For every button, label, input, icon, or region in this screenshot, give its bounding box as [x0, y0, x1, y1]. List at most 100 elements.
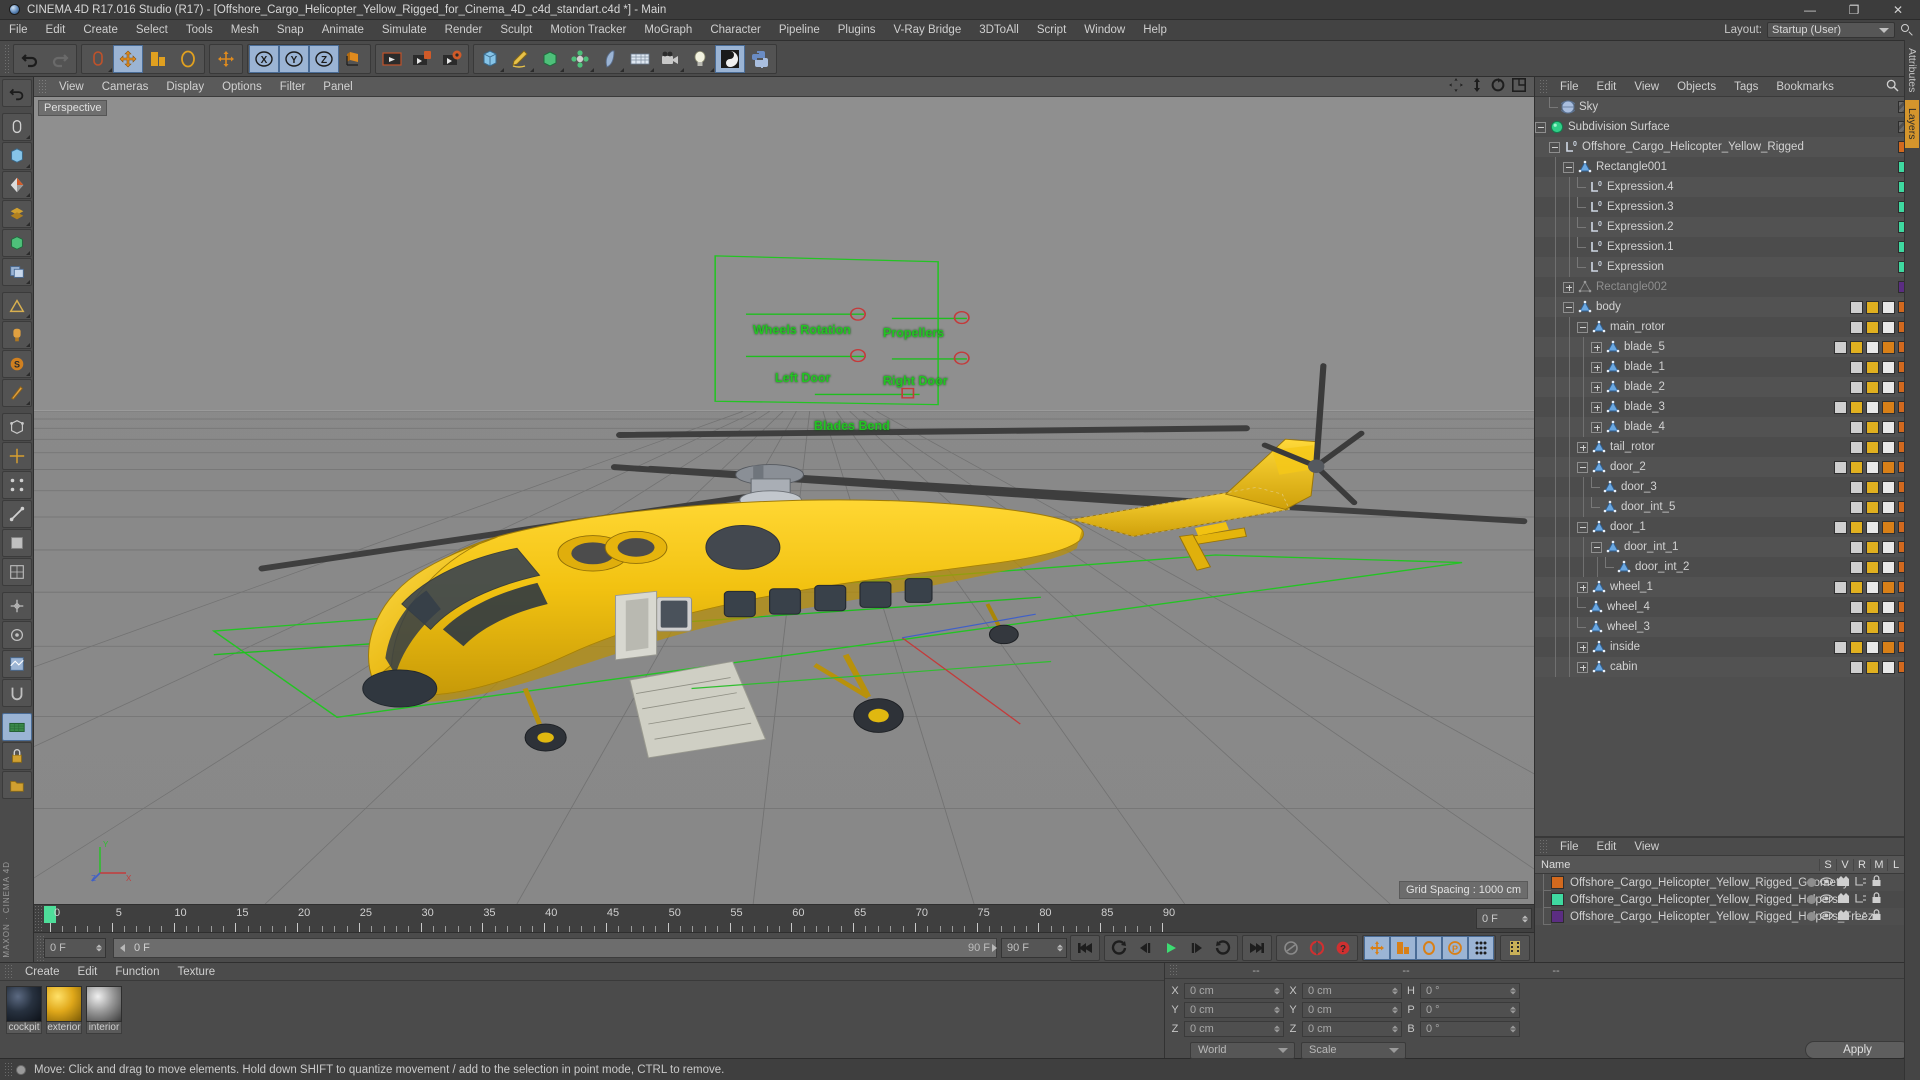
search-icon[interactable]	[1900, 23, 1914, 37]
object-tag-icon[interactable]	[1850, 600, 1863, 614]
render-view-button[interactable]	[377, 45, 407, 73]
menu-item-sculpt[interactable]: Sculpt	[491, 20, 541, 41]
object-tag-icon[interactable]	[1850, 380, 1863, 394]
layer-solo-dot-icon[interactable]	[1807, 912, 1816, 921]
collapse-icon[interactable]	[1563, 161, 1574, 173]
object-tag-icon[interactable]	[1866, 380, 1879, 394]
transform-tool-button[interactable]	[211, 45, 241, 73]
object-tag-icon[interactable]	[1850, 640, 1863, 654]
object-tag-icon[interactable]	[1850, 360, 1863, 374]
object-tag-icon[interactable]	[1866, 300, 1879, 314]
menu-item-select[interactable]: Select	[127, 20, 177, 41]
camera-button[interactable]	[655, 45, 685, 73]
material-menu-function[interactable]: Function	[106, 962, 168, 982]
timeline-track[interactable]: 0 5 10 15 20 25 30 35 40 45 50 55 60 65 70 75 80 85 90	[42, 905, 1474, 932]
frame-range-slider[interactable]: 0 F 90 F	[113, 937, 997, 958]
step-forward-button[interactable]	[1184, 936, 1210, 960]
expand-icon[interactable]	[1577, 581, 1588, 593]
coordinate-mode-dropdown[interactable]: Scale	[1301, 1041, 1406, 1059]
python-script-button[interactable]	[745, 45, 775, 73]
expand-icon[interactable]	[1591, 341, 1602, 353]
object-row[interactable]: wheel_4	[1535, 597, 1920, 617]
object-tag-icon[interactable]	[1834, 460, 1847, 474]
rotation-key-button[interactable]	[1416, 935, 1442, 960]
object-tag-icon[interactable]	[1882, 460, 1895, 474]
layer-lock-icon[interactable]	[1871, 892, 1882, 907]
coord-size-x-input[interactable]: 0 cm	[1302, 982, 1402, 999]
layer-row[interactable]: Offshore_Cargo_Helicopter_Yellow_Rigged_…	[1535, 874, 1920, 891]
layer-color-swatch[interactable]	[1551, 893, 1564, 906]
expand-icon[interactable]	[1591, 401, 1602, 413]
object-tag-icon[interactable]	[1850, 480, 1863, 494]
workplane-button[interactable]	[1, 713, 32, 741]
object-row[interactable]: blade_3	[1535, 397, 1920, 417]
object-tag-icon[interactable]	[1850, 300, 1863, 314]
object-row[interactable]: cabin	[1535, 657, 1920, 677]
object-row[interactable]: Rectangle002	[1535, 277, 1920, 297]
light-button[interactable]	[685, 45, 715, 73]
go-to-start-button[interactable]	[1072, 936, 1098, 960]
object-tag-icon[interactable]	[1866, 320, 1879, 334]
object-row[interactable]: door_1	[1535, 517, 1920, 537]
object-menu-tags[interactable]: Tags	[1725, 77, 1767, 97]
parameter-key-button[interactable]: P	[1442, 935, 1468, 960]
live-selection-left-button[interactable]	[1, 113, 32, 141]
object-tag-icon[interactable]	[1866, 620, 1879, 634]
object-tag-icon[interactable]	[1850, 420, 1863, 434]
object-manager-grip[interactable]	[1539, 78, 1547, 95]
measure-left-button[interactable]	[1, 292, 32, 320]
coord-size-z-input[interactable]: 0 cm	[1302, 1020, 1402, 1037]
object-row[interactable]: door_3	[1535, 477, 1920, 497]
viewport-menu-options[interactable]: Options	[213, 77, 271, 97]
viewport-menu-display[interactable]: Display	[157, 77, 213, 97]
object-tag-icon[interactable]	[1866, 400, 1879, 414]
object-tag-icon[interactable]	[1834, 520, 1847, 534]
menu-item-help[interactable]: Help	[1134, 20, 1176, 41]
material-preview-icon[interactable]	[46, 986, 82, 1022]
layer-color-swatch[interactable]	[1551, 876, 1564, 889]
layer-lock-icon[interactable]	[1871, 875, 1882, 890]
polygon-mode-button[interactable]	[1, 529, 32, 557]
move-tool-button[interactable]	[113, 44, 143, 73]
object-row[interactable]: inside	[1535, 637, 1920, 657]
object-tag-icon[interactable]	[1866, 460, 1879, 474]
object-tag-icon[interactable]	[1882, 540, 1895, 554]
record-active-objects-button[interactable]	[1304, 936, 1330, 960]
object-tag-icon[interactable]	[1882, 400, 1895, 414]
object-row[interactable]: 0 Expression.1	[1535, 237, 1920, 257]
coordinate-system-button[interactable]	[339, 45, 369, 73]
object-tag-icon[interactable]	[1882, 600, 1895, 614]
render-settings-button[interactable]	[437, 45, 467, 73]
object-tag-icon[interactable]	[1834, 640, 1847, 654]
object-row[interactable]: blade_1	[1535, 357, 1920, 377]
layer-color-swatch[interactable]	[1551, 910, 1564, 923]
menu-item-snap[interactable]: Snap	[268, 20, 313, 41]
layer-row[interactable]: Offshore_Cargo_Helicopter_Yellow_Rigged_…	[1535, 891, 1920, 908]
expand-icon[interactable]	[1563, 281, 1574, 293]
material-manager-grip[interactable]	[4, 963, 12, 980]
pla-key-button[interactable]	[1468, 935, 1494, 960]
expand-icon[interactable]	[1577, 641, 1588, 653]
object-tag-icon[interactable]	[1850, 540, 1863, 554]
material-swatch[interactable]: cockpit	[6, 986, 42, 1034]
status-bar-grip[interactable]	[4, 1061, 12, 1078]
layer-row[interactable]: Offshore_Cargo_Helicopter_Yellow_Rigged_…	[1535, 908, 1920, 925]
coord-size-y-input[interactable]: 0 cm	[1302, 1001, 1402, 1018]
object-tag-icon[interactable]	[1882, 480, 1895, 494]
layer-visible-icon[interactable]	[1819, 876, 1834, 890]
layer-solo-dot-icon[interactable]	[1807, 895, 1816, 904]
menu-item-character[interactable]: Character	[701, 20, 770, 41]
point-mode-button[interactable]	[1, 471, 32, 499]
close-button[interactable]: ✕	[1876, 0, 1920, 20]
scale-key-button[interactable]	[1390, 935, 1416, 960]
object-row[interactable]: Sky	[1535, 97, 1920, 117]
expand-icon[interactable]	[1591, 361, 1602, 373]
transport-grip[interactable]	[36, 934, 44, 961]
range-right-arrow-icon[interactable]	[992, 943, 997, 952]
menu-item-animate[interactable]: Animate	[313, 20, 373, 41]
collapse-icon[interactable]	[1577, 321, 1588, 333]
object-tag-icon[interactable]	[1866, 600, 1879, 614]
coord-pos-x-input[interactable]: 0 cm	[1184, 982, 1284, 999]
apply-button[interactable]: Apply	[1805, 1041, 1910, 1059]
layer-solo-dot-icon[interactable]	[1807, 878, 1816, 887]
